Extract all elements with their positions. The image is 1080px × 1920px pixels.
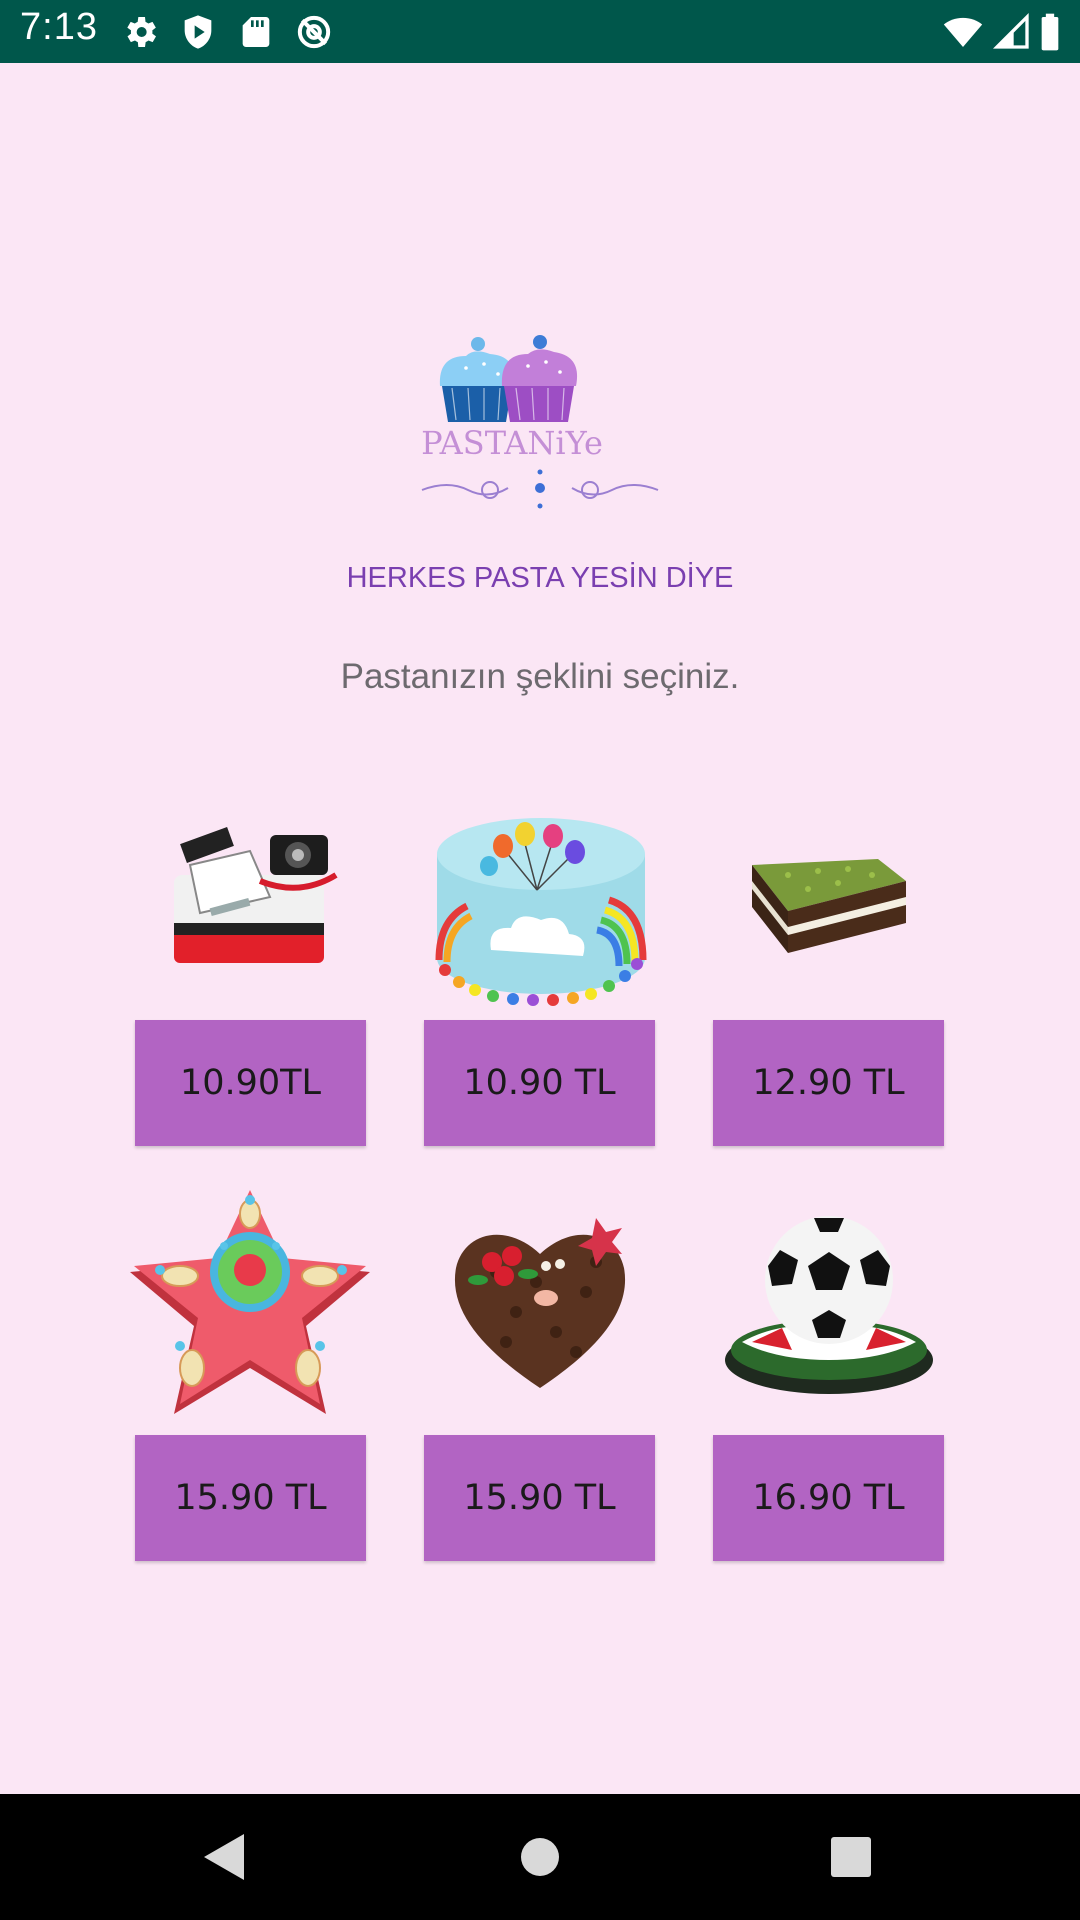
- gear-icon: [127, 17, 156, 47]
- star-cake-image[interactable]: [120, 1186, 380, 1422]
- price-button-football-cake[interactable]: 16.90 TL: [713, 1435, 944, 1561]
- sd-card-icon: [242, 17, 270, 47]
- status-time: 7:13: [20, 6, 98, 48]
- price-button-heart-cake[interactable]: 15.90 TL: [424, 1435, 655, 1561]
- back-icon[interactable]: [204, 1834, 244, 1880]
- logo-text: PASTANiYe: [421, 424, 603, 462]
- recents-icon[interactable]: [831, 1837, 871, 1877]
- slogan-text: HERKES PASTA YESİN DİYE: [346, 562, 734, 594]
- pistachio-slice-image[interactable]: [748, 845, 914, 959]
- pastaniye-logo: PASTANiYe: [421, 335, 659, 509]
- camera-cake-image[interactable]: [160, 805, 340, 985]
- choose-shape-prompt: Pastanızın şeklini seçiniz.: [340, 657, 740, 696]
- battery-icon: [1041, 13, 1059, 51]
- heart-cake-image[interactable]: [446, 1212, 634, 1390]
- football-cake-image[interactable]: [722, 1210, 936, 1396]
- status-bar: 7:13: [0, 0, 1080, 63]
- rainbow-cake-image[interactable]: [433, 810, 649, 1010]
- price-button-star-cake[interactable]: 15.90 TL: [135, 1435, 366, 1561]
- no-sync-icon: [297, 15, 331, 49]
- home-icon[interactable]: [520, 1837, 560, 1877]
- navigation-bar: [0, 1794, 1080, 1920]
- cell-signal-icon: [992, 12, 1029, 49]
- price-button-pistachio-slice[interactable]: 12.90 TL: [713, 1020, 944, 1146]
- play-shield-icon: [184, 15, 212, 49]
- price-button-rainbow-cake[interactable]: 10.90 TL: [424, 1020, 655, 1146]
- wifi-icon: [943, 17, 983, 47]
- price-button-camera-cake[interactable]: 10.90TL: [135, 1020, 366, 1146]
